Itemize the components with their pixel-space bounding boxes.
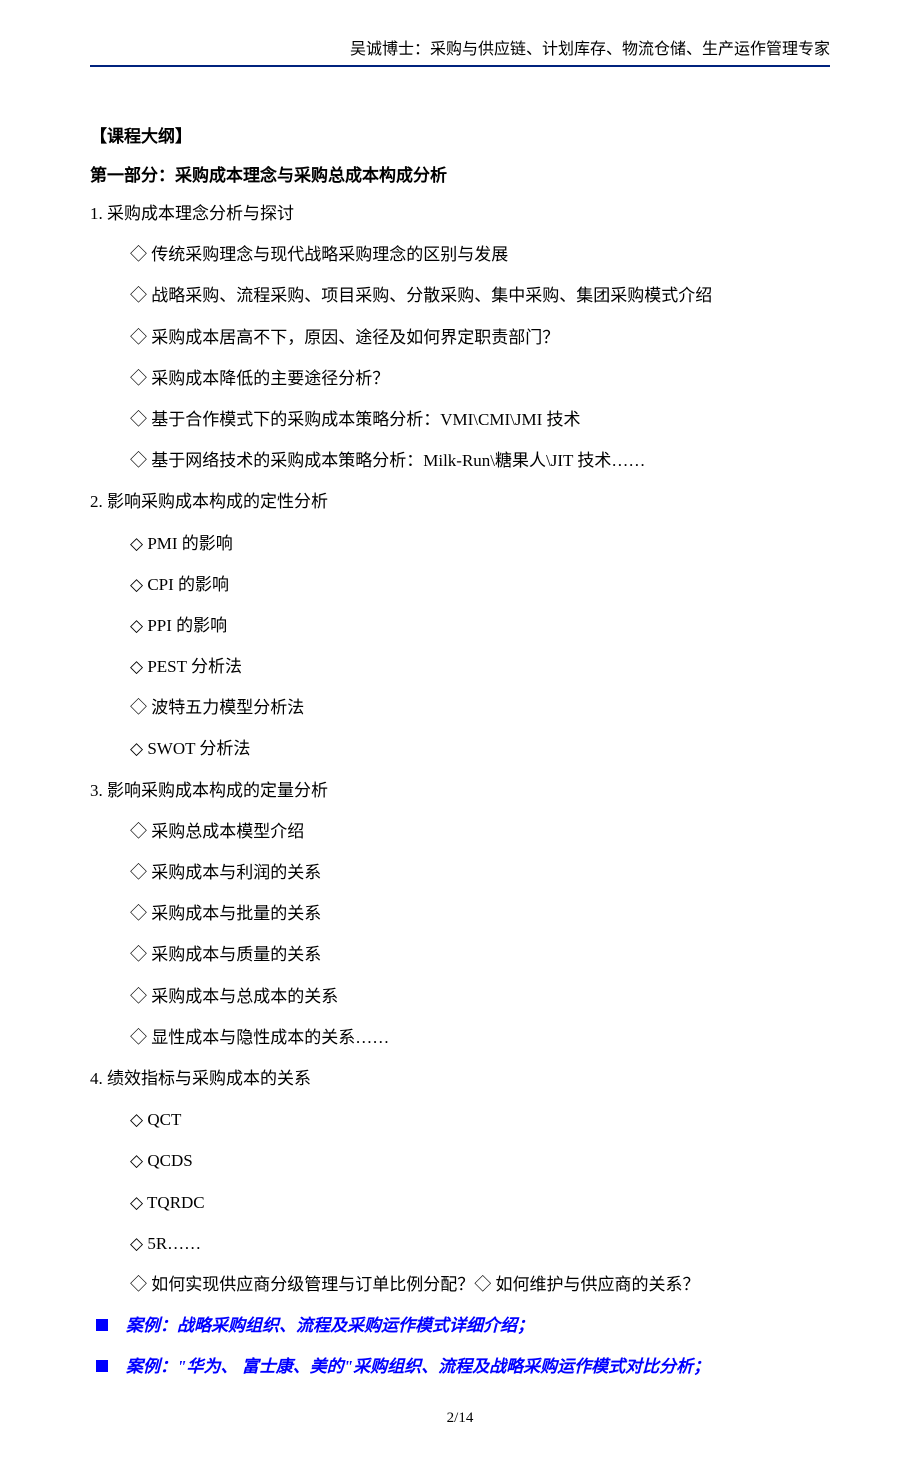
section-title: 影响采购成本构成的定量分析: [107, 781, 328, 800]
list-item: QCT: [130, 1106, 830, 1133]
page-footer: 2/14: [90, 1410, 830, 1427]
section-title: 影响采购成本构成的定性分析: [107, 492, 328, 511]
list-item: 采购成本与质量的关系: [130, 941, 830, 968]
list-item: TQRDC: [130, 1189, 830, 1216]
section-heading: 2. 影响采购成本构成的定性分析: [90, 488, 830, 515]
list-item: 采购成本与利润的关系: [130, 859, 830, 886]
section-heading: 3. 影响采购成本构成的定量分析: [90, 777, 830, 804]
page-header: 吴诚博士：采购与供应链、计划库存、物流仓储、生产运作管理专家: [90, 35, 830, 67]
list-item: 基于合作模式下的采购成本策略分析：VMI\CMI\JMI 技术: [130, 406, 830, 433]
list-item: 5R……: [130, 1230, 830, 1257]
section-heading: 4. 绩效指标与采购成本的关系: [90, 1065, 830, 1092]
list-item: SWOT 分析法: [130, 735, 830, 762]
section-title: 采购成本理念分析与探讨: [107, 204, 294, 223]
list-item: 采购成本与总成本的关系: [130, 983, 830, 1010]
list-item: PMI 的影响: [130, 530, 830, 557]
list-item: QCDS: [130, 1147, 830, 1174]
list-item: 采购成本与批量的关系: [130, 900, 830, 927]
section-items: QCT QCDS TQRDC 5R…… 如何实现供应商分级管理与订单比例分配？◇…: [90, 1106, 830, 1298]
section-title: 绩效指标与采购成本的关系: [107, 1069, 311, 1088]
section-items: PMI 的影响 CPI 的影响 PPI 的影响 PEST 分析法 波特五力模型分…: [90, 530, 830, 763]
section-items: 传统采购理念与现代战略采购理念的区别与发展 战略采购、流程采购、项目采购、分散采…: [90, 241, 830, 474]
square-bullet-icon: [96, 1319, 108, 1331]
list-item: PPI 的影响: [130, 612, 830, 639]
list-item: 波特五力模型分析法: [130, 694, 830, 721]
section-heading: 1. 采购成本理念分析与探讨: [90, 200, 830, 227]
list-item: 如何实现供应商分级管理与订单比例分配？◇ 如何维护与供应商的关系？: [130, 1271, 830, 1298]
section-number: 1.: [90, 204, 103, 223]
section-items: 采购总成本模型介绍 采购成本与利润的关系 采购成本与批量的关系 采购成本与质量的…: [90, 818, 830, 1051]
outline-section-label: 【课程大纲】: [90, 122, 830, 147]
case-item: 案例：战略采购组织、流程及采购运作模式详细介绍；: [90, 1312, 830, 1339]
list-item: CPI 的影响: [130, 571, 830, 598]
section-number: 2.: [90, 492, 103, 511]
case-item: 案例："华为、 富士康、美的"采购组织、流程及战略采购运作模式对比分析；: [90, 1353, 830, 1380]
list-item: 采购总成本模型介绍: [130, 818, 830, 845]
page-number: 2/14: [447, 1410, 474, 1426]
list-item: PEST 分析法: [130, 653, 830, 680]
list-item: 采购成本降低的主要途径分析？: [130, 365, 830, 392]
list-item: 采购成本居高不下，原因、途径及如何界定职责部门？: [130, 324, 830, 351]
list-item: 基于网络技术的采购成本策略分析：Milk-Run\糖果人\JIT 技术……: [130, 447, 830, 474]
case-text: 案例："华为、 富士康、美的"采购组织、流程及战略采购运作模式对比分析；: [126, 1357, 710, 1376]
document-page: 吴诚博士：采购与供应链、计划库存、物流仓储、生产运作管理专家 【课程大纲】 第一…: [0, 0, 920, 1467]
section-number: 4.: [90, 1069, 103, 1088]
square-bullet-icon: [96, 1360, 108, 1372]
list-item: 传统采购理念与现代战略采购理念的区别与发展: [130, 241, 830, 268]
part-title: 第一部分：采购成本理念与采购总成本构成分析: [90, 161, 830, 186]
header-text: 吴诚博士：采购与供应链、计划库存、物流仓储、生产运作管理专家: [350, 41, 830, 58]
list-item: 显性成本与隐性成本的关系……: [130, 1024, 830, 1051]
case-text: 案例：战略采购组织、流程及采购运作模式详细介绍；: [126, 1316, 534, 1335]
section-number: 3.: [90, 781, 103, 800]
list-item: 战略采购、流程采购、项目采购、分散采购、集中采购、集团采购模式介绍: [130, 282, 830, 309]
